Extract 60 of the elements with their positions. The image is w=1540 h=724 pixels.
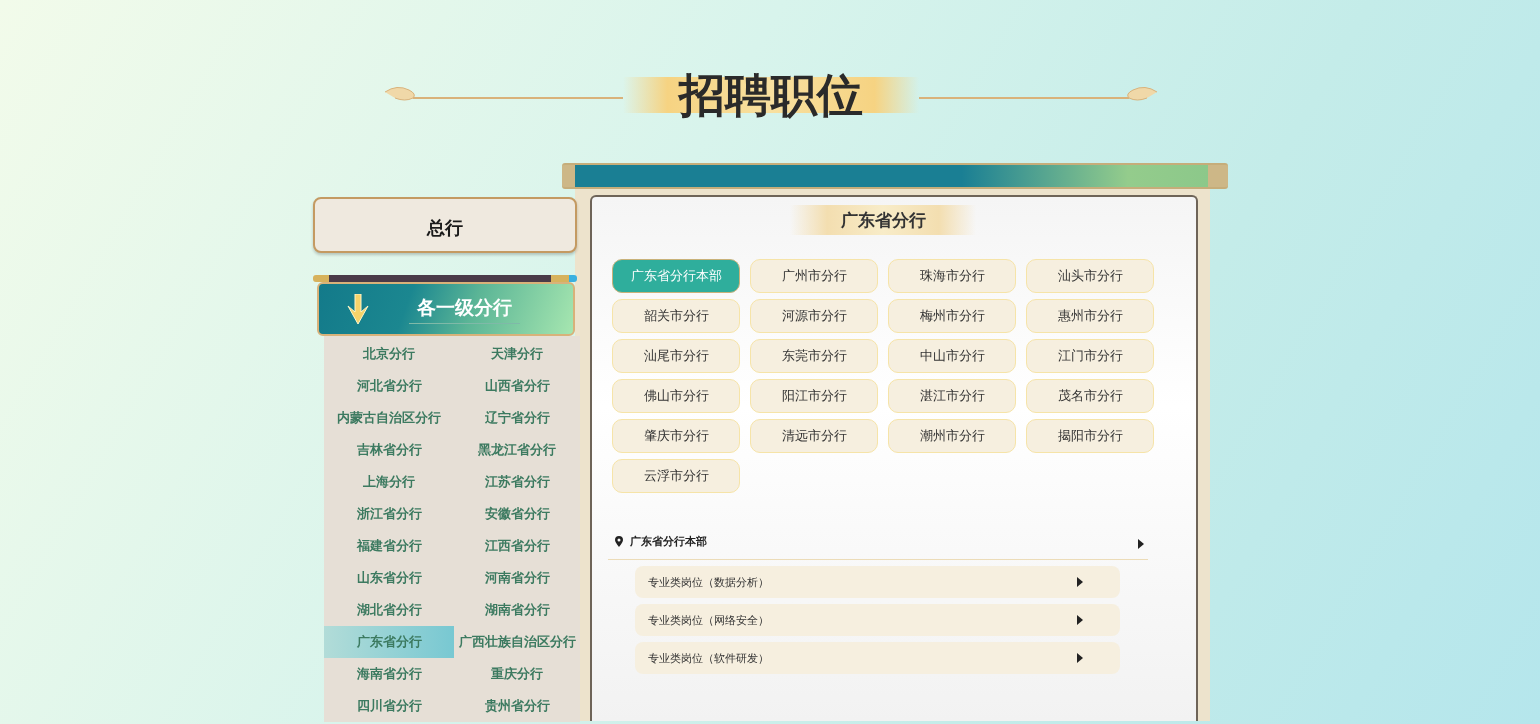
sub-branch-button[interactable]: 韶关市分行 [612, 299, 740, 333]
branch-item[interactable]: 海南省分行 [324, 658, 454, 690]
branch-item[interactable]: 江苏省分行 [454, 466, 580, 498]
sub-branch-button[interactable]: 汕尾市分行 [612, 339, 740, 373]
branches-header-title: 各一级分行 [409, 294, 520, 324]
sub-branch-button[interactable]: 肇庆市分行 [612, 419, 740, 453]
expand-arrow-icon [1077, 577, 1083, 587]
branch-item[interactable]: 辽宁省分行 [454, 402, 580, 434]
head-office-button[interactable]: 总行 [313, 197, 577, 253]
sub-branch-button[interactable]: 潮州市分行 [888, 419, 1016, 453]
sub-branch-button[interactable]: 汕头市分行 [1026, 259, 1154, 293]
sub-branch-button[interactable]: 珠海市分行 [888, 259, 1016, 293]
sub-branch-button[interactable]: 阳江市分行 [750, 379, 878, 413]
sub-branch-button[interactable]: 东莞市分行 [750, 339, 878, 373]
sub-branch-button[interactable]: 梅州市分行 [888, 299, 1016, 333]
branch-item[interactable]: 吉林省分行 [324, 434, 454, 466]
position-label: 专业类岗位（网络安全） [648, 612, 769, 628]
branch-item[interactable]: 山东省分行 [324, 562, 454, 594]
branch-item[interactable]: 内蒙古自治区分行 [324, 402, 454, 434]
sub-branch-button[interactable]: 河源市分行 [750, 299, 878, 333]
branch-item[interactable]: 北京分行 [324, 338, 454, 370]
sub-branch-button[interactable]: 茂名市分行 [1026, 379, 1154, 413]
position-label: 专业类岗位（软件研发） [648, 650, 769, 666]
location-pin-icon [615, 535, 623, 547]
branch-item[interactable]: 江西省分行 [454, 530, 580, 562]
expand-arrow-icon [1077, 653, 1083, 663]
position-item[interactable]: 专业类岗位（网络安全） [635, 604, 1120, 636]
sub-branch-button[interactable]: 云浮市分行 [612, 459, 740, 493]
branch-item[interactable]: 天津分行 [454, 338, 580, 370]
sub-branch-button[interactable]: 广州市分行 [750, 259, 878, 293]
down-arrow-icon [347, 294, 369, 324]
branch-item[interactable]: 福建省分行 [324, 530, 454, 562]
branch-item[interactable]: 河南省分行 [454, 562, 580, 594]
panel-title: 广东省分行 [790, 205, 976, 235]
expand-arrow-icon [1077, 615, 1083, 625]
sub-branch-button[interactable]: 中山市分行 [888, 339, 1016, 373]
sub-branch-button[interactable]: 揭阳市分行 [1026, 419, 1154, 453]
branch-item[interactable]: 河北省分行 [324, 370, 454, 402]
branch-item[interactable]: 广西壮族自治区分行 [454, 626, 580, 658]
position-label: 专业类岗位（数据分析） [648, 574, 769, 590]
branch-item[interactable]: 山西省分行 [454, 370, 580, 402]
branch-item[interactable]: 湖南省分行 [454, 594, 580, 626]
branch-item[interactable]: 贵州省分行 [454, 690, 580, 722]
branch-item[interactable]: 安徽省分行 [454, 498, 580, 530]
branch-item[interactable]: 重庆分行 [454, 658, 580, 690]
expand-arrow-icon [1138, 539, 1144, 549]
position-item[interactable]: 专业类岗位（软件研发） [635, 642, 1120, 674]
branch-item[interactable]: 湖北省分行 [324, 594, 454, 626]
sub-branch-button[interactable]: 江门市分行 [1026, 339, 1154, 373]
position-item[interactable]: 专业类岗位（数据分析） [635, 566, 1120, 598]
branch-item[interactable]: 上海分行 [324, 466, 454, 498]
sub-branch-button[interactable]: 惠州市分行 [1026, 299, 1154, 333]
sub-branch-button[interactable]: 佛山市分行 [612, 379, 740, 413]
location-name: 广东省分行本部 [630, 533, 707, 549]
sub-branch-button[interactable]: 清远市分行 [750, 419, 878, 453]
location-row[interactable]: 广东省分行本部 [608, 531, 1148, 560]
branch-item[interactable]: 浙江省分行 [324, 498, 454, 530]
branch-item[interactable]: 四川省分行 [324, 690, 454, 722]
branch-item[interactable]: 黑龙江省分行 [454, 434, 580, 466]
sub-branch-button[interactable]: 湛江市分行 [888, 379, 1016, 413]
